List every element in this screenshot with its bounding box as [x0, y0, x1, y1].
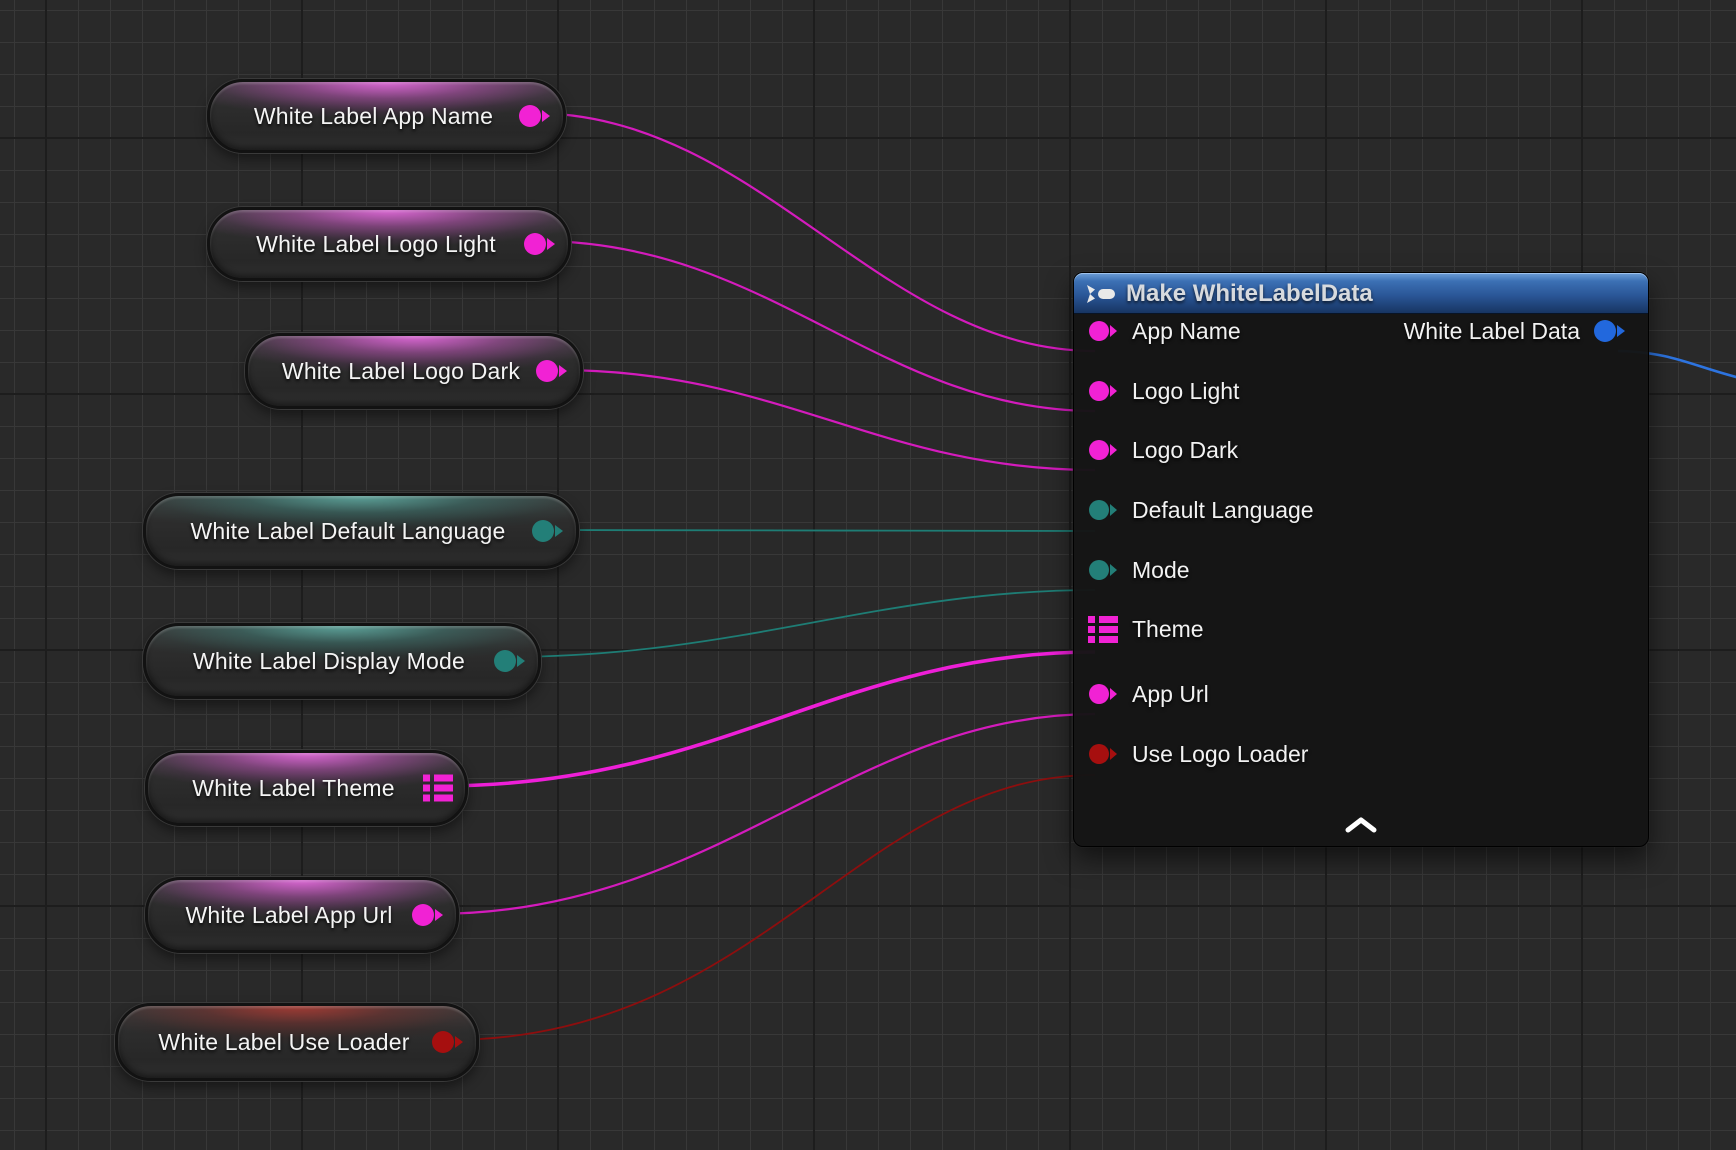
input-pin-row-logo-light: Logo Light [1088, 374, 1239, 408]
output-pin-label: White Label Data [1404, 318, 1580, 345]
enum-output-pin-icon[interactable] [494, 649, 526, 673]
variable-node-white-label-use-loader[interactable]: White Label Use Loader [115, 1003, 479, 1081]
struct-list-pin-icon[interactable] [1088, 616, 1118, 643]
input-pin-label: Logo Dark [1132, 437, 1238, 464]
string-input-pin-icon[interactable] [1088, 320, 1118, 342]
input-pin-row-use-logo-loader: Use Logo Loader [1088, 737, 1308, 771]
wire-use-loader[interactable] [448, 775, 1095, 1040]
chevron-up-icon [1343, 816, 1379, 834]
make-struct-icon [1086, 284, 1116, 304]
input-pin-label: App Name [1132, 318, 1241, 345]
variable-node-label: White Label Logo Light [230, 231, 548, 258]
string-output-pin-icon[interactable] [536, 359, 568, 383]
variable-node-label: White Label Default Language [164, 518, 557, 545]
input-pin-label: App Url [1132, 681, 1209, 708]
variable-node-white-label-theme[interactable]: White Label Theme [145, 750, 468, 826]
bool-input-pin-icon[interactable] [1088, 743, 1118, 765]
string-input-pin-icon[interactable] [1088, 683, 1118, 705]
bool-output-pin-icon[interactable] [432, 1030, 464, 1054]
enum-input-pin-icon[interactable] [1088, 559, 1118, 581]
enum-input-pin-icon[interactable] [1088, 499, 1118, 521]
node-header[interactable]: Make WhiteLabelData [1074, 273, 1648, 314]
input-pin-label: Mode [1132, 557, 1190, 584]
input-pin-row-app-name: App Name [1088, 314, 1241, 348]
struct-list-pin-icon[interactable] [423, 775, 453, 802]
variable-node-label: White Label Logo Dark [256, 358, 572, 385]
input-pin-row-logo-dark: Logo Dark [1088, 433, 1238, 467]
input-pin-label: Use Logo Loader [1132, 741, 1308, 768]
variable-node-label: White Label Use Loader [132, 1029, 461, 1056]
wire-logo-light[interactable] [538, 241, 1095, 411]
wire-default-language[interactable] [548, 530, 1095, 531]
collapse-node-button[interactable] [1337, 814, 1385, 836]
variable-node-white-label-app-url[interactable]: White Label App Url [145, 877, 459, 953]
variable-node-white-label-default-language[interactable]: White Label Default Language [143, 493, 579, 569]
variable-node-white-label-display-mode[interactable]: White Label Display Mode [143, 623, 541, 699]
variable-node-white-label-app-name[interactable]: White Label App Name [207, 79, 566, 153]
variable-node-label: White Label Display Mode [167, 648, 517, 675]
wire-logo-dark[interactable] [558, 370, 1095, 470]
blueprint-graph-canvas[interactable]: White Label App Name White Label Logo Li… [0, 0, 1736, 1150]
variable-node-label: White Label App Url [159, 902, 444, 929]
string-input-pin-icon[interactable] [1088, 439, 1118, 461]
input-pin-label: Logo Light [1132, 378, 1239, 405]
string-output-pin-icon[interactable] [524, 232, 556, 256]
variable-node-label: White Label Theme [166, 775, 446, 802]
variable-node-white-label-logo-dark[interactable]: White Label Logo Dark [245, 333, 583, 409]
node-title: Make WhiteLabelData [1126, 280, 1373, 308]
string-input-pin-icon[interactable] [1088, 380, 1118, 402]
output-pin-row-white-label-data: White Label Data [1404, 314, 1626, 348]
input-pin-row-app-url: App Url [1088, 677, 1209, 711]
input-pin-row-mode: Mode [1088, 553, 1190, 587]
make-whitelabeldata-node[interactable]: Make WhiteLabelData App Name Logo Light [1073, 272, 1649, 847]
wire-app-url[interactable] [433, 714, 1095, 914]
enum-output-pin-icon[interactable] [532, 519, 564, 543]
wire-app-name[interactable] [532, 113, 1095, 351]
string-output-pin-icon[interactable] [519, 104, 551, 128]
input-pin-label: Default Language [1132, 497, 1314, 524]
string-output-pin-icon[interactable] [412, 903, 444, 927]
input-pin-label: Theme [1132, 616, 1204, 643]
input-pin-row-default-language: Default Language [1088, 493, 1314, 527]
wire-display-mode[interactable] [505, 590, 1095, 657]
variable-node-label: White Label App Name [228, 103, 545, 130]
input-pin-row-theme: Theme [1088, 612, 1204, 646]
struct-output-pin-icon[interactable] [1594, 319, 1626, 343]
variable-node-white-label-logo-light[interactable]: White Label Logo Light [207, 207, 571, 281]
